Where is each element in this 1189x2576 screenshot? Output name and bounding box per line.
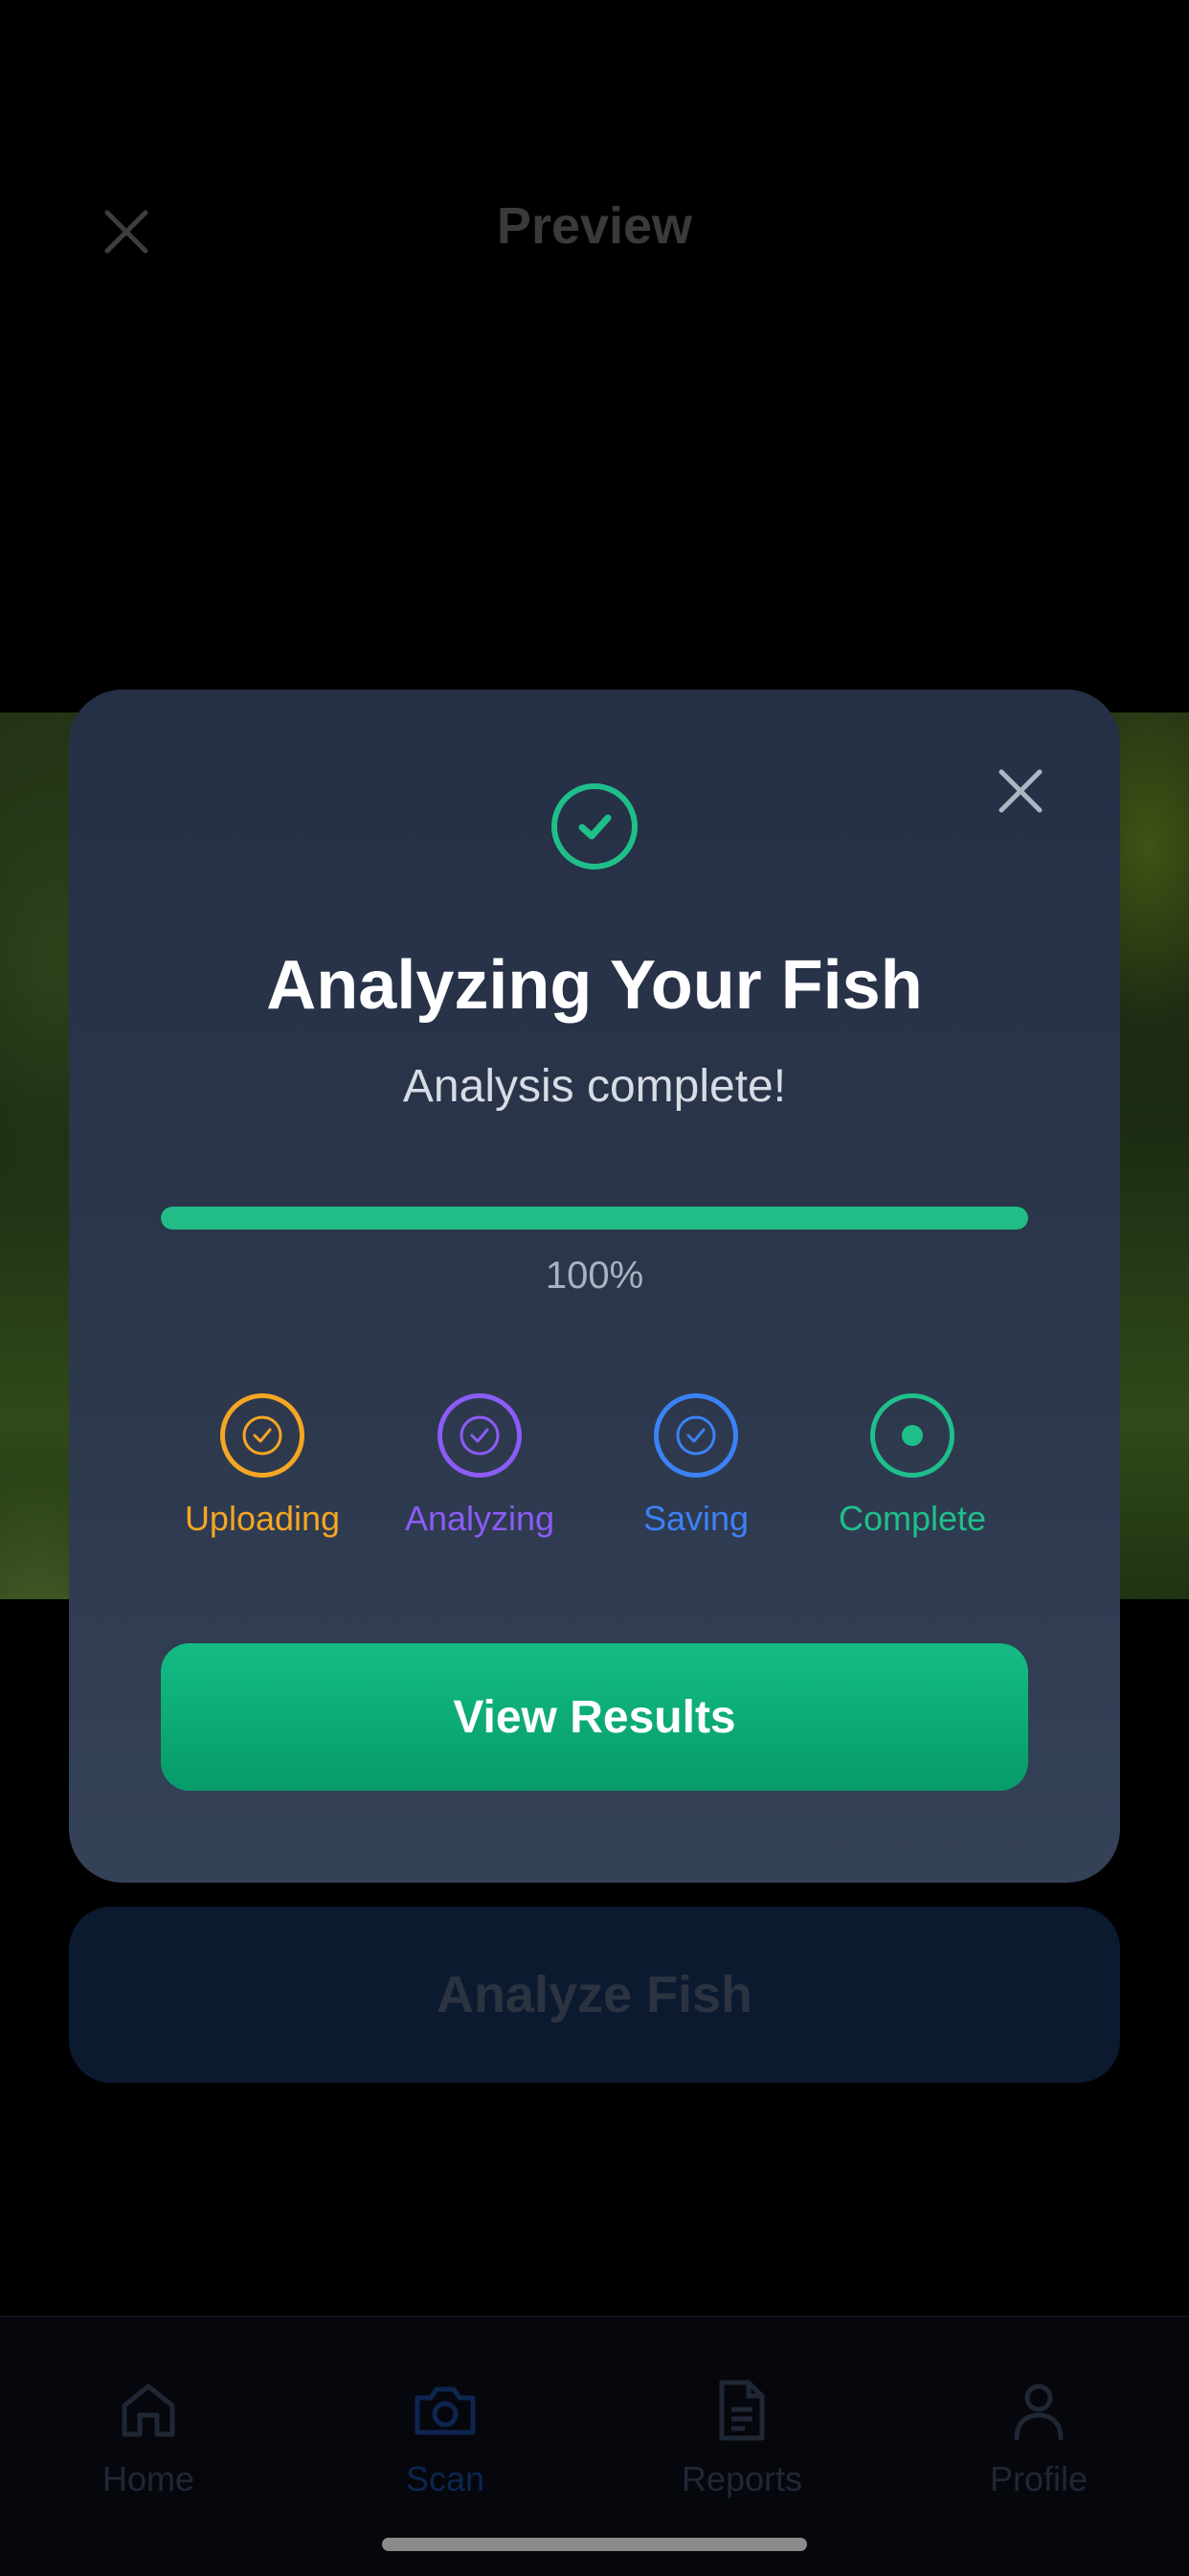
tab-home[interactable]: Home <box>34 2375 263 2499</box>
step-analyzing-indicator <box>437 1393 522 1478</box>
step-complete-label: Complete <box>838 1499 987 1538</box>
tab-scan[interactable]: Scan <box>330 2375 560 2499</box>
home-icon <box>122 2384 175 2437</box>
analysis-modal: Analyzing Your Fish Analysis complete! 1… <box>69 689 1120 1883</box>
step-complete: Complete <box>807 1393 1018 1539</box>
progress-bar-fill <box>161 1207 1028 1230</box>
camera-icon <box>415 2386 476 2435</box>
view-results-button[interactable]: View Results <box>161 1643 1028 1791</box>
step-saving-indicator <box>654 1393 738 1478</box>
progress-bar <box>161 1207 1028 1230</box>
check-circle-icon <box>460 1415 500 1456</box>
tab-scan-label: Scan <box>405 2459 485 2498</box>
step-saving-label: Saving <box>642 1499 750 1538</box>
document-icon <box>719 2380 765 2441</box>
check-circle-icon <box>242 1415 282 1456</box>
home-indicator <box>382 2538 807 2551</box>
tab-home-label: Home <box>101 2459 195 2498</box>
step-analyzing: Analyzing <box>374 1393 585 1539</box>
analyze-fish-button[interactable]: Analyze Fish <box>69 1907 1120 2083</box>
top-bar: Preview <box>0 0 1189 460</box>
tab-profile-label: Profile <box>989 2459 1088 2498</box>
step-analyzing-label: Analyzing <box>404 1499 555 1538</box>
step-saving: Saving <box>591 1393 801 1539</box>
user-icon <box>1014 2384 1064 2441</box>
dot-icon <box>902 1425 923 1446</box>
modal-title: Analyzing Your Fish <box>266 947 923 1024</box>
progress-percentage: 100% <box>545 1254 644 1297</box>
page-title: Preview <box>496 197 693 255</box>
step-uploading: Uploading <box>157 1393 368 1539</box>
modal-subtitle: Analysis complete! <box>402 1061 787 1112</box>
tab-reports[interactable]: Reports <box>627 2375 857 2499</box>
check-circle-icon <box>676 1415 716 1456</box>
step-uploading-label: Uploading <box>184 1499 341 1538</box>
check-circle-icon <box>551 783 638 870</box>
tab-reports-label: Reports <box>681 2459 803 2498</box>
tab-profile[interactable]: Profile <box>924 2375 1154 2499</box>
step-uploading-indicator <box>220 1393 304 1478</box>
modal-close-icon[interactable] <box>994 764 1047 818</box>
step-complete-indicator <box>870 1393 954 1478</box>
